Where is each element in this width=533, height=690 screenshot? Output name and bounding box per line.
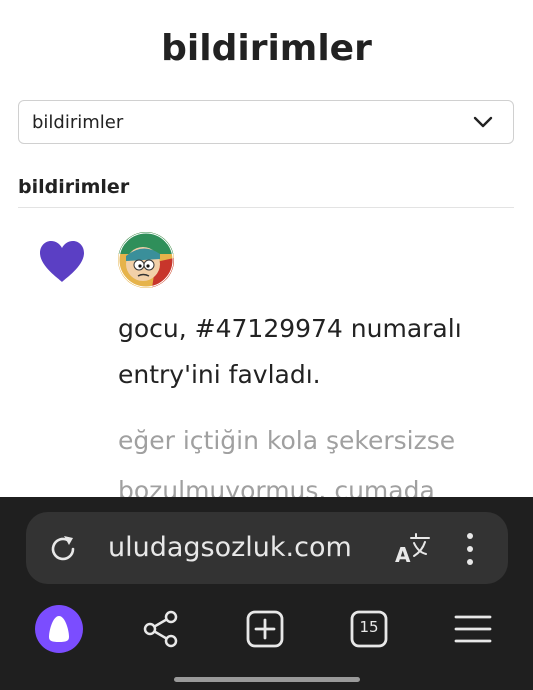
browser-toolbar: uludagsozluk.com A 15 bbox=[0, 497, 533, 690]
chevron-down-icon bbox=[473, 116, 493, 128]
tabs-button[interactable]: 15 bbox=[349, 609, 389, 649]
home-indicator[interactable] bbox=[174, 677, 360, 682]
translate-icon[interactable]: A bbox=[394, 530, 432, 566]
reload-icon[interactable] bbox=[48, 534, 78, 564]
avatar[interactable] bbox=[118, 232, 174, 288]
select-value: bildirimler bbox=[32, 112, 124, 133]
divider bbox=[18, 207, 514, 208]
tab-count: 15 bbox=[359, 618, 379, 636]
svg-text:A: A bbox=[395, 543, 411, 566]
assistant-icon[interactable] bbox=[35, 605, 83, 653]
page-title: bildirimler bbox=[161, 28, 372, 69]
more-options-icon[interactable] bbox=[460, 532, 480, 566]
address-bar[interactable]: uludagsozluk.com A bbox=[26, 512, 508, 584]
hamburger-menu-icon[interactable] bbox=[453, 609, 493, 649]
heart-icon bbox=[40, 241, 84, 282]
notification-text[interactable]: gocu, #47129974 numaralı entry'ini favla… bbox=[118, 306, 508, 398]
notification-text-line2: entry'ini favladı. bbox=[118, 360, 321, 389]
entry-preview-line1: eğer içtiğin kola şekersizse bbox=[118, 426, 456, 455]
new-tab-icon[interactable] bbox=[245, 609, 285, 649]
section-heading: bildirimler bbox=[18, 176, 130, 198]
notification-filter-select[interactable]: bildirimler bbox=[18, 100, 514, 144]
notification-text-line1: gocu, #47129974 numaralı bbox=[118, 314, 462, 343]
url-text[interactable]: uludagsozluk.com bbox=[108, 532, 352, 563]
share-icon[interactable] bbox=[141, 609, 181, 649]
